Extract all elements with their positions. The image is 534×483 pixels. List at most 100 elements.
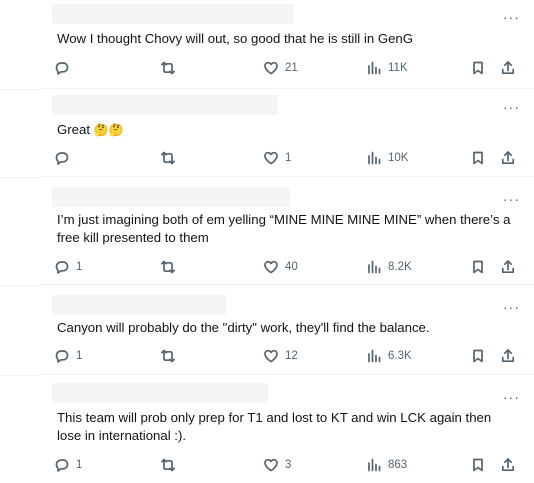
reply-feed: ··· Wow I thought Chovy will out, so goo… — [40, 0, 534, 483]
repost-button[interactable] — [160, 58, 176, 78]
bookmark-icon — [473, 349, 483, 363]
repost-button[interactable] — [160, 148, 176, 168]
heart-icon — [264, 458, 278, 472]
like-count: 40 — [285, 261, 298, 273]
share-icon — [501, 61, 515, 75]
post-text: This team will prob only prep for T1 and… — [57, 410, 492, 443]
more-icon[interactable]: ··· — [503, 10, 520, 24]
repost-button[interactable] — [160, 346, 176, 366]
views-button[interactable]: 863 — [366, 455, 407, 475]
view-count: 10K — [388, 152, 409, 164]
like-count: 1 — [285, 152, 292, 164]
heart-icon — [264, 61, 278, 75]
author-header-redacted — [52, 4, 294, 24]
bookmark-icon — [473, 61, 483, 75]
like-count: 12 — [285, 350, 298, 362]
divider — [0, 89, 40, 90]
more-icon[interactable]: ··· — [503, 192, 520, 206]
share-button[interactable] — [500, 455, 516, 475]
share-icon — [501, 151, 515, 165]
views-button[interactable]: 8.2K — [366, 257, 412, 277]
reply-count: 1 — [76, 459, 83, 471]
heart-icon — [264, 349, 278, 363]
views-button[interactable]: 10K — [366, 148, 408, 168]
like-button[interactable]: 12 — [263, 346, 298, 366]
bookmark-icon — [473, 151, 483, 165]
reply-button[interactable]: 1 — [54, 455, 82, 475]
author-header-redacted — [52, 187, 290, 207]
heart-icon — [264, 260, 278, 274]
post-text: Canyon will probably do the "dirty" work… — [57, 320, 430, 335]
reply-post[interactable]: ··· Great 🤔🤔 1 10K — [40, 89, 534, 177]
reply-icon — [55, 261, 69, 274]
bookmark-icon — [473, 260, 483, 274]
share-icon — [501, 260, 515, 274]
reply-post[interactable]: ··· Wow I thought Chovy will out, so goo… — [40, 0, 534, 89]
view-count: 8.2K — [388, 261, 412, 273]
post-text-line: Great 🤔🤔 — [57, 121, 517, 139]
views-button[interactable]: 11K — [366, 58, 408, 78]
views-icon — [368, 349, 381, 363]
reply-post[interactable]: ··· This team will prob only prep for T1… — [40, 375, 534, 483]
views-icon — [368, 458, 381, 472]
share-icon — [501, 458, 515, 472]
share-button[interactable] — [500, 257, 516, 277]
repost-icon — [160, 349, 176, 363]
author-header-redacted — [52, 295, 226, 315]
repost-icon — [160, 151, 176, 165]
action-bar: 1 40 8.2K — [40, 257, 534, 277]
reply-button[interactable]: 1 — [54, 346, 82, 366]
bookmark-button[interactable] — [470, 455, 486, 475]
bookmark-button[interactable] — [470, 346, 486, 366]
bookmark-button[interactable] — [470, 148, 486, 168]
repost-icon — [160, 458, 176, 472]
divider — [0, 285, 40, 286]
bookmark-button[interactable] — [470, 257, 486, 277]
divider — [0, 177, 40, 178]
post-text: I’m just imagining both of em yelling “M… — [57, 212, 511, 245]
post-text: Great — [57, 122, 90, 137]
more-icon[interactable]: ··· — [503, 300, 520, 314]
more-icon[interactable]: ··· — [503, 390, 520, 404]
bookmark-button[interactable] — [470, 58, 486, 78]
like-button[interactable]: 21 — [263, 58, 298, 78]
views-icon — [368, 61, 381, 75]
reply-count: 1 — [76, 261, 83, 273]
share-icon — [501, 349, 515, 363]
share-button[interactable] — [500, 148, 516, 168]
reply-icon — [55, 459, 69, 472]
share-button[interactable] — [500, 346, 516, 366]
action-bar: 21 11K — [40, 58, 534, 78]
action-bar: 1 10K — [40, 148, 534, 168]
reply-icon — [55, 350, 69, 363]
reply-button[interactable]: 1 — [54, 257, 82, 277]
reply-button[interactable] — [54, 148, 76, 168]
author-header-redacted — [52, 95, 278, 115]
views-icon — [368, 151, 381, 165]
more-icon[interactable]: ··· — [503, 100, 520, 114]
reply-post[interactable]: ··· Canyon will probably do the "dirty" … — [40, 285, 534, 375]
reply-icon — [55, 62, 69, 75]
action-bar: 1 12 6.3K — [40, 346, 534, 366]
action-bar: 1 3 863 — [40, 455, 534, 475]
repost-icon — [160, 61, 176, 75]
like-count: 21 — [285, 62, 298, 74]
repost-button[interactable] — [160, 257, 176, 277]
reply-icon — [55, 152, 69, 165]
bookmark-icon — [473, 458, 483, 472]
like-button[interactable]: 3 — [263, 455, 291, 475]
like-button[interactable]: 40 — [263, 257, 298, 277]
thinking-face-emoji: 🤔🤔 — [93, 123, 124, 137]
repost-button[interactable] — [160, 455, 176, 475]
share-button[interactable] — [500, 58, 516, 78]
author-header-redacted — [52, 383, 268, 403]
post-text: Wow I thought Chovy will out, so good th… — [57, 31, 413, 46]
like-button[interactable]: 1 — [263, 148, 291, 168]
views-button[interactable]: 6.3K — [366, 346, 412, 366]
views-icon — [368, 260, 381, 274]
reply-post[interactable]: ··· I’m just imagining both of em yellin… — [40, 177, 534, 285]
view-count: 11K — [388, 62, 408, 74]
reply-button[interactable] — [54, 58, 76, 78]
divider — [0, 375, 40, 376]
like-count: 3 — [285, 459, 292, 471]
